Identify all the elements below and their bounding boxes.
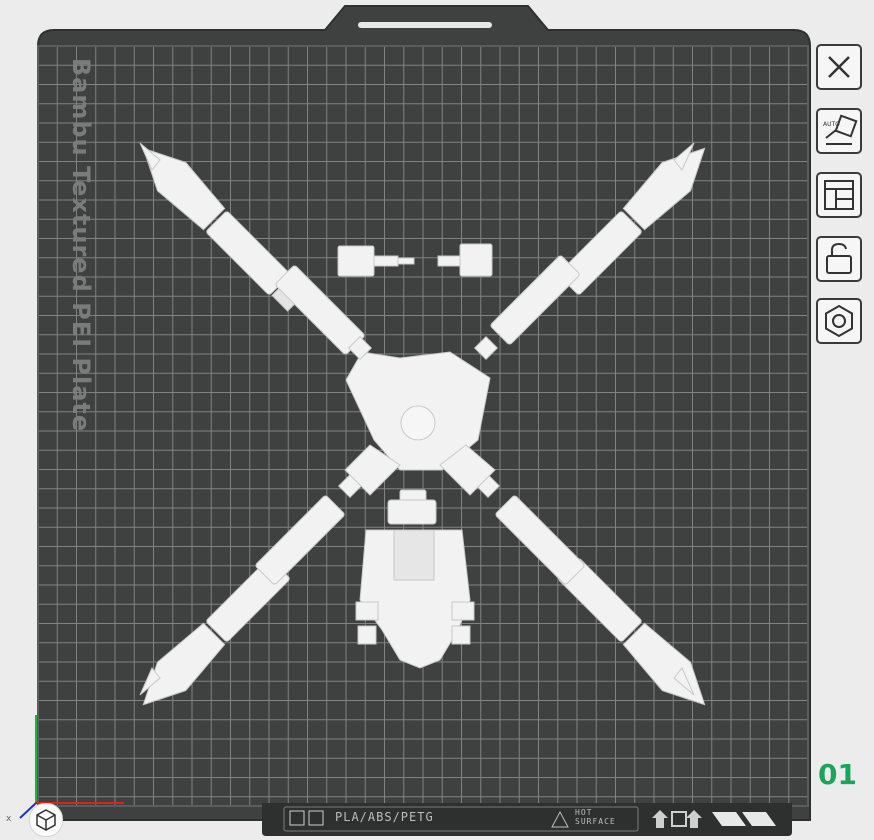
layout-icon — [824, 180, 854, 210]
arrange-button[interactable] — [816, 172, 862, 218]
cube-icon — [36, 809, 56, 831]
build-plate-viewport[interactable] — [0, 0, 874, 839]
svg-text:AUTO: AUTO — [823, 121, 840, 128]
auto-orient-icon: AUTO — [823, 114, 858, 145]
close-icon — [828, 56, 850, 78]
auto-orient-button[interactable]: AUTO — [816, 108, 862, 154]
plate-name: Bambu Textured PEI Plate — [67, 57, 95, 433]
hot-surface-label: HOT SURFACE — [575, 808, 616, 826]
unlock-icon — [826, 242, 852, 274]
plate-settings-button[interactable] — [816, 298, 862, 344]
lock-plate-button[interactable] — [816, 236, 862, 282]
view-cube-button[interactable] — [29, 803, 63, 837]
close-plate-button[interactable] — [816, 44, 862, 90]
filament-compat-label: PLA/ABS/PETG — [335, 810, 434, 824]
hexagon-icon — [825, 304, 853, 338]
axis-x-label: x — [6, 814, 12, 824]
plate-handle — [358, 22, 492, 28]
connector-right — [459, 243, 493, 277]
connector-left — [337, 245, 375, 277]
plate-number: 01 — [818, 758, 857, 791]
hub-mount — [400, 405, 436, 441]
